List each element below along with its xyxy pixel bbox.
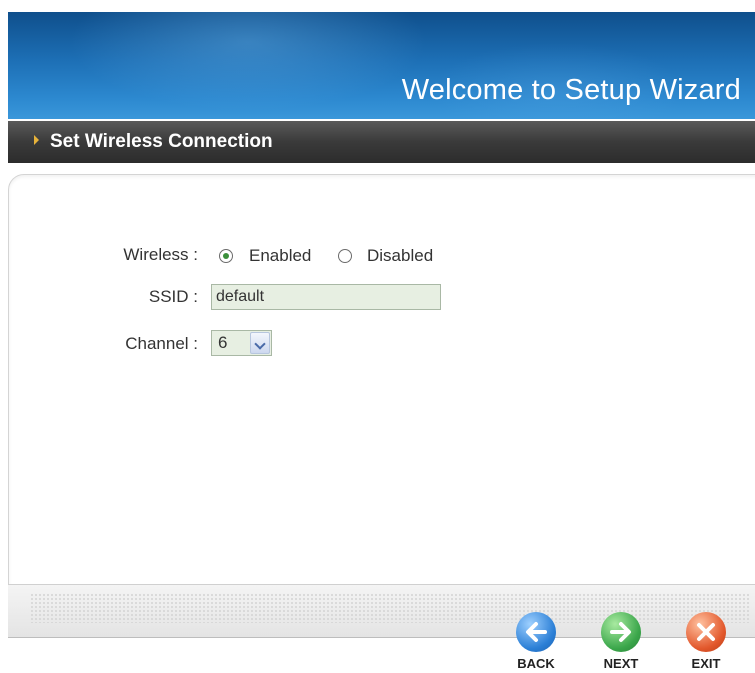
section-header: Set Wireless Connection	[8, 121, 755, 163]
back-button[interactable]: BACK	[508, 612, 564, 671]
back-arrow-icon[interactable]	[516, 612, 556, 652]
next-arrow-icon[interactable]	[601, 612, 641, 652]
channel-select[interactable]: 6	[211, 330, 272, 356]
wireless-enabled-radio[interactable]	[219, 249, 233, 263]
section-title: Set Wireless Connection	[50, 131, 273, 152]
next-button[interactable]: NEXT	[593, 612, 649, 671]
ssid-label: SSID :	[148, 287, 198, 306]
back-label[interactable]: BACK	[508, 656, 564, 671]
header-banner: Welcome to Setup Wizard	[8, 12, 755, 119]
wizard-title: Welcome to Setup Wizard	[401, 74, 741, 106]
chevron-down-icon[interactable]	[250, 332, 270, 354]
content-panel	[8, 174, 755, 586]
banner-glow	[68, 12, 428, 112]
wireless-disabled-radio[interactable]	[338, 249, 352, 263]
wireless-enabled-label[interactable]: Enabled	[249, 246, 311, 266]
close-x-icon[interactable]	[686, 612, 726, 652]
exit-label[interactable]: EXIT	[678, 656, 734, 671]
exit-button[interactable]: EXIT	[678, 612, 734, 671]
wireless-label: Wireless :	[123, 245, 198, 264]
channel-label: Channel :	[125, 334, 198, 353]
wireless-disabled-label[interactable]: Disabled	[367, 246, 433, 266]
next-label[interactable]: NEXT	[593, 656, 649, 671]
section-arrow-icon	[34, 135, 39, 145]
channel-value: 6	[218, 333, 228, 352]
ssid-input[interactable]	[211, 284, 441, 310]
